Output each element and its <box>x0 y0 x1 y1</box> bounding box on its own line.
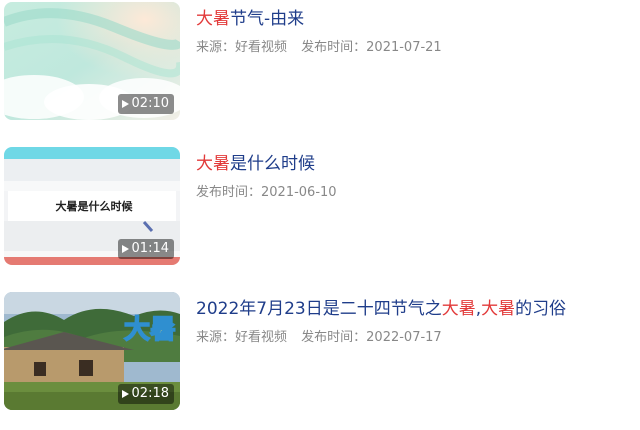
duration-text: 02:18 <box>131 386 169 401</box>
source-text: 来源：好看视频 <box>196 330 288 345</box>
title-highlight: 大暑 <box>196 9 230 29</box>
publish-date: 发布时间：2021-07-21 <box>301 40 442 55</box>
title-highlight: 大暑 <box>481 299 516 319</box>
play-icon <box>121 245 129 253</box>
result-title[interactable]: 2022年7月23日是二十四节气之大暑,大暑的习俗 <box>196 296 576 323</box>
duration-text: 02:10 <box>131 96 169 111</box>
title-text: 节气-由来 <box>230 9 305 29</box>
play-icon <box>121 100 129 108</box>
result-title[interactable]: 大暑节气-由来 <box>196 6 596 33</box>
duration-text: 01:14 <box>131 241 169 256</box>
title-text: 的习俗 <box>515 299 567 319</box>
result-meta: 来源：好看视频 发布时间：2021-07-21 <box>196 36 596 55</box>
publish-date: 发布时间：2021-06-10 <box>196 185 337 200</box>
play-icon <box>121 390 129 398</box>
thumbnail-caption: 大暑 <box>124 315 176 345</box>
video-result[interactable]: 大暑是什么时候 01:14 大暑是什么时候 发布时间：2021-06-10 <box>4 147 604 265</box>
result-meta: 发布时间：2021-06-10 <box>196 181 596 200</box>
title-text: 2022年7月23日是二十四节气之 <box>196 299 442 319</box>
source-text: 来源：好看视频 <box>196 40 288 55</box>
title-highlight: 大暑 <box>441 299 476 319</box>
duration-badge: 02:10 <box>117 94 174 114</box>
result-title[interactable]: 大暑是什么时候 <box>196 151 596 178</box>
video-thumbnail[interactable]: 大暑是什么时候 01:14 <box>4 147 180 265</box>
video-result[interactable]: 大暑 02:18 2022年7月23日是二十四节气之大暑,大暑的习俗 来源：好看… <box>4 292 604 410</box>
duration-badge: 01:14 <box>117 239 174 259</box>
publish-date: 发布时间：2022-07-17 <box>301 330 442 345</box>
video-thumbnail[interactable]: 大暑 02:18 <box>4 292 180 410</box>
thumbnail-caption: 大暑是什么时候 <box>56 199 134 213</box>
video-thumbnail[interactable]: 02:10 <box>4 2 180 120</box>
duration-badge: 02:18 <box>117 384 174 404</box>
video-result[interactable]: 02:10 大暑节气-由来 来源：好看视频 发布时间：2021-07-21 <box>4 2 604 120</box>
title-text: 是什么时候 <box>230 154 315 174</box>
result-meta: 来源：好看视频 发布时间：2022-07-17 <box>196 326 596 345</box>
title-highlight: 大暑 <box>196 154 230 174</box>
